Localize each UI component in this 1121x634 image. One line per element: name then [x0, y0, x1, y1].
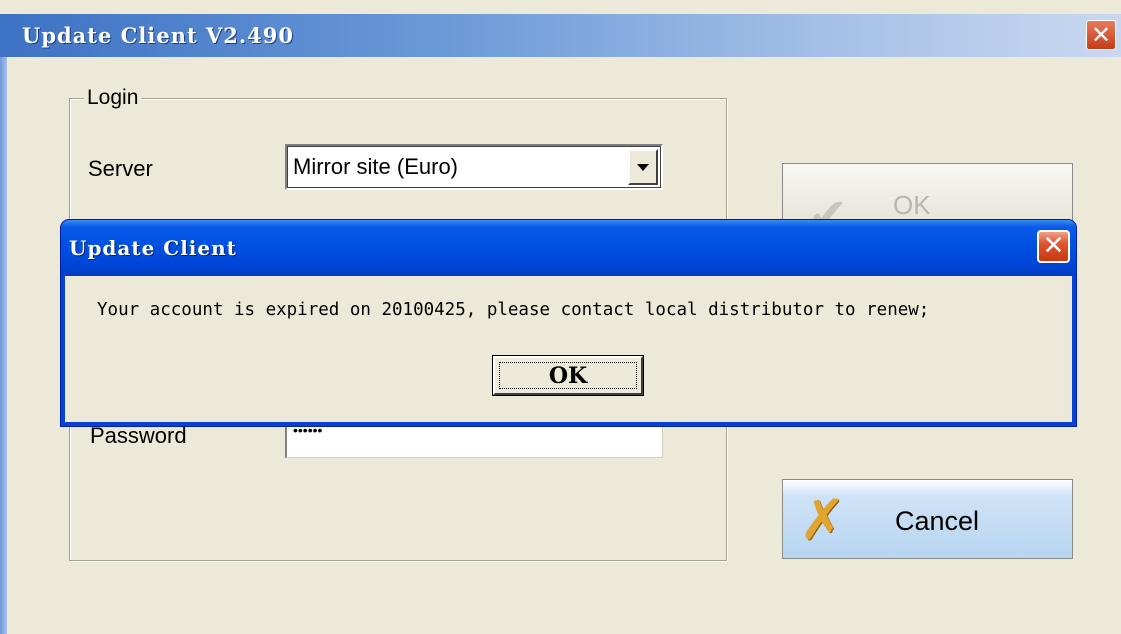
dialog-message: Your account is expired on 20100425, ple…	[97, 300, 930, 320]
window-close-button[interactable]: ✕	[1086, 20, 1116, 50]
dialog-title-bar[interactable]: Update Client ✕	[61, 220, 1076, 276]
close-icon: ✕	[1090, 21, 1112, 49]
dialog-ok-label: OK	[548, 363, 588, 389]
dialog-ok-button[interactable]: OK	[492, 355, 644, 396]
chevron-down-icon	[637, 164, 649, 171]
password-label: Password	[90, 423, 187, 448]
expired-account-dialog: Update Client ✕ Your account is expired …	[61, 220, 1076, 426]
cancel-button[interactable]: ✗ Cancel	[782, 479, 1073, 559]
window-left-border	[0, 57, 7, 634]
server-select-value: Mirror site (Euro)	[293, 154, 459, 179]
cross-icon: ✗	[799, 488, 846, 553]
server-label: Server	[88, 156, 153, 181]
dialog-title: Update Client	[69, 236, 237, 260]
cancel-button-label: Cancel	[895, 506, 980, 536]
server-select[interactable]: Mirror site (Euro)	[285, 144, 663, 190]
window-title: Update Client V2.490	[22, 23, 295, 48]
server-dropdown-button[interactable]	[628, 149, 658, 185]
close-icon: ✕	[1042, 231, 1065, 261]
ok-button-label: OK	[893, 190, 931, 220]
dialog-close-button[interactable]: ✕	[1037, 230, 1070, 263]
login-group-legend: Login	[84, 86, 142, 110]
main-title-bar[interactable]: Update Client V2.490 ✕	[0, 14, 1121, 57]
